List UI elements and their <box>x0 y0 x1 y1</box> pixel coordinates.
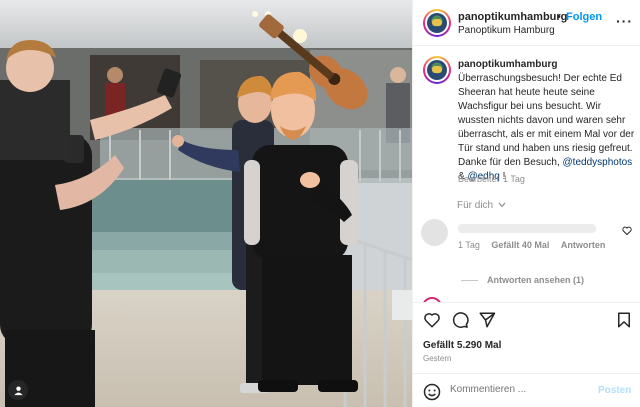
header-username[interactable]: panoptikumhamburg <box>458 11 567 23</box>
mention-link[interactable]: @teddysphotos <box>563 157 633 168</box>
caption-avatar[interactable] <box>423 56 451 84</box>
caption-username[interactable]: panoptikumhamburg <box>458 58 636 72</box>
more-icon[interactable]: ··· <box>616 13 633 29</box>
comment-age: 1 Tag <box>458 240 480 250</box>
post-photo[interactable] <box>0 0 412 407</box>
post-button[interactable]: Posten <box>598 385 631 396</box>
post-date: Gestern <box>423 354 452 363</box>
profile-avatar[interactable] <box>423 9 451 37</box>
for-you-label: Für dich <box>457 200 494 211</box>
tagged-people-button[interactable] <box>8 380 28 400</box>
post-age[interactable]: 1 Tag <box>503 174 525 184</box>
view-replies-label: Antworten ansehen (1) <box>487 275 585 285</box>
chevron-down-icon <box>498 202 506 208</box>
caption-text: Überraschungsbesuch! Der echte Ed Sheera… <box>458 73 635 168</box>
comment-icon[interactable] <box>451 311 469 329</box>
heart-icon[interactable] <box>622 226 632 235</box>
edited-label: Bearbeitet <box>458 174 500 184</box>
commenter-avatar[interactable] <box>421 219 448 246</box>
header-location[interactable]: Panoptikum Hamburg <box>458 25 555 36</box>
bookmark-icon[interactable] <box>615 311 633 329</box>
comment-input[interactable] <box>450 384 590 395</box>
share-icon[interactable] <box>478 311 496 329</box>
comment-meta: 1 Tag Gefällt 40 Mal Antworten <box>458 240 614 250</box>
post-header: panoptikumhamburg • Folgen Panoptikum Ha… <box>413 0 640 46</box>
like-count[interactable]: Gefällt 5.290 Mal <box>423 340 501 351</box>
heart-icon[interactable] <box>423 311 441 329</box>
emoji-icon[interactable] <box>423 383 441 401</box>
post-caption: panoptikumhamburg Überraschungsbesuch! De… <box>458 58 636 184</box>
caption-meta: Bearbeitet 1 Tag <box>458 174 529 184</box>
reply-button[interactable]: Antworten <box>561 240 606 250</box>
divider-line <box>461 280 478 282</box>
comment-text-hidden <box>458 224 596 233</box>
follow-button[interactable]: Folgen <box>566 11 602 23</box>
comment-composer: Posten <box>413 373 640 407</box>
header-separator: • <box>557 11 561 23</box>
for-you-toggle[interactable]: Für dich <box>457 200 506 211</box>
post-side-panel: panoptikumhamburg • Folgen Panoptikum Ha… <box>412 0 640 407</box>
comment-likes[interactable]: Gefällt 40 Mal <box>491 240 549 250</box>
view-replies-button[interactable]: Antworten ansehen (1) <box>461 275 584 285</box>
photo-illustration <box>0 0 412 407</box>
user-icon <box>13 385 23 395</box>
